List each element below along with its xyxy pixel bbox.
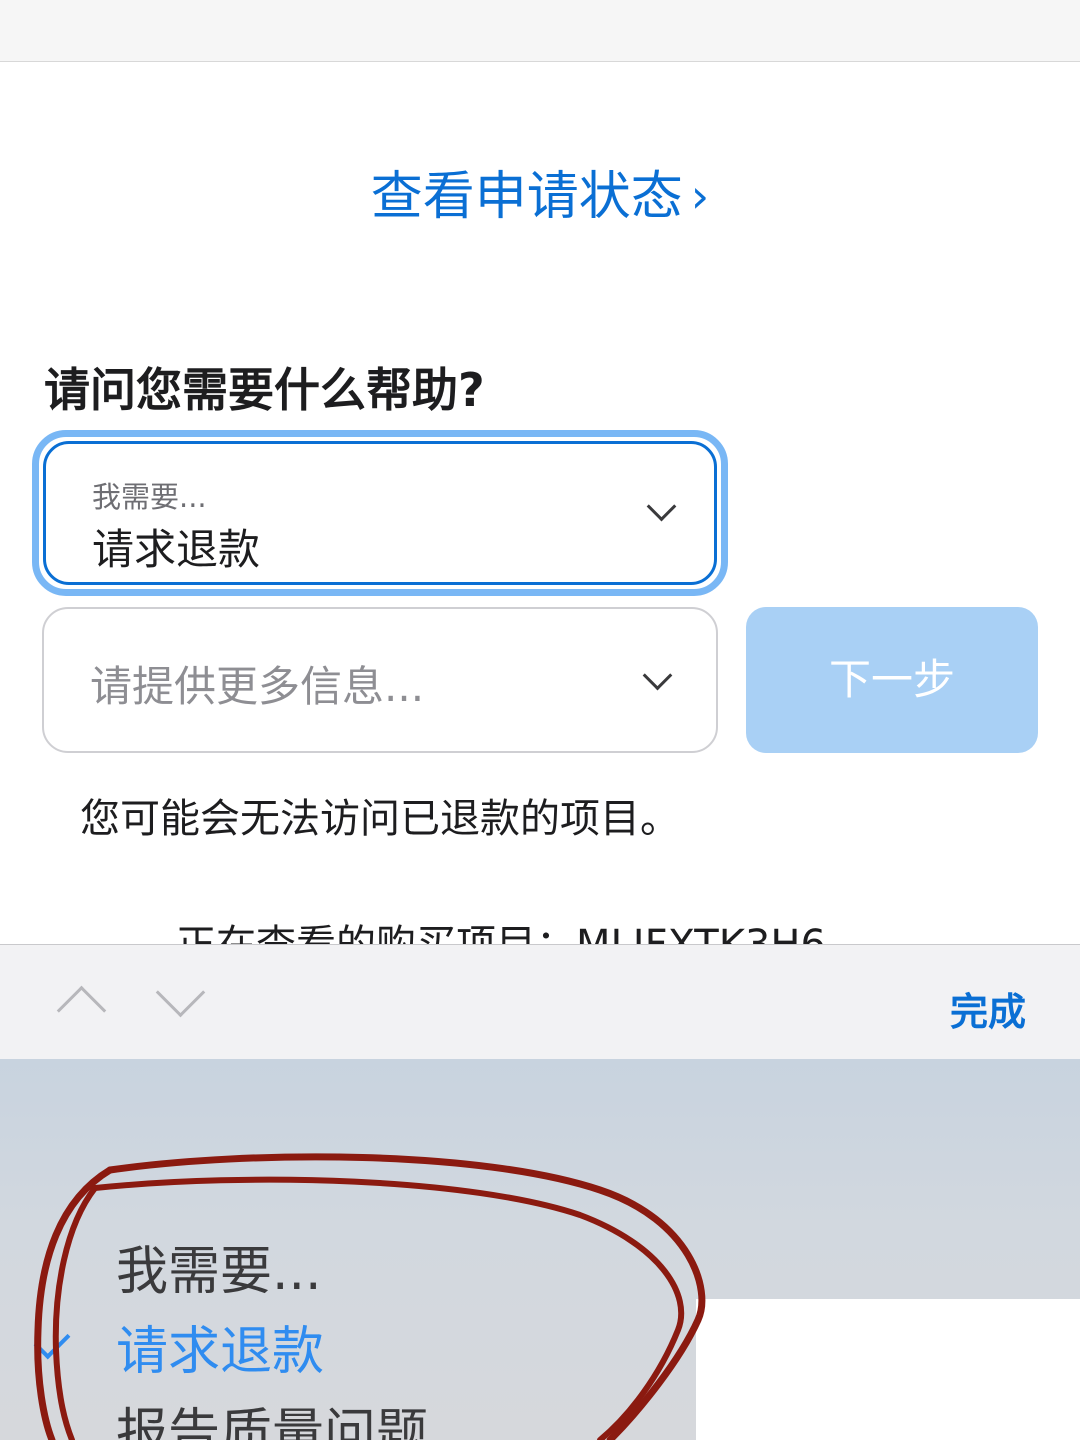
detail-select[interactable]: 请提供更多信息... xyxy=(42,607,718,753)
blank-overlay xyxy=(696,1299,1080,1440)
picker-option[interactable]: 报告质量问题 xyxy=(116,1391,428,1440)
need-select[interactable]: 我需要... 请求退款 xyxy=(32,430,728,596)
view-request-status-link[interactable]: 查看申请状态 › xyxy=(0,160,1080,233)
chevron-down-icon[interactable] xyxy=(155,967,206,1018)
chevron-up-icon[interactable] xyxy=(56,985,107,1036)
browser-top-bar xyxy=(0,0,1080,62)
view-request-status-label[interactable]: 查看申请状态 xyxy=(371,167,683,227)
picker-option[interactable]: 我需要... xyxy=(116,1229,322,1304)
refund-warning-text: 您可能会无法访问已退款的项目。 xyxy=(80,796,680,842)
need-select-caption: 我需要... xyxy=(92,480,207,514)
need-select-value: 请求退款 xyxy=(92,525,261,574)
chevron-down-icon xyxy=(642,660,673,691)
help-question-heading: 请问您需要什么帮助? xyxy=(44,363,485,417)
checkmark-icon xyxy=(33,1322,71,1360)
need-select-box[interactable]: 我需要... 请求退款 xyxy=(43,441,717,585)
done-button[interactable]: 完成 xyxy=(950,981,1026,1036)
chevron-down-icon xyxy=(646,491,677,522)
chevron-right-icon: › xyxy=(690,169,710,223)
detail-select-placeholder: 请提供更多信息... xyxy=(90,662,425,711)
keyboard-accessory-toolbar: 完成 xyxy=(0,944,1080,1060)
picker-option-selected[interactable]: 请求退款 xyxy=(116,1309,324,1384)
refund-page: 查看申请状态 › 请问您需要什么帮助? 我需要... 请求退款 请提供更多信息..… xyxy=(0,0,1080,1440)
next-step-button[interactable]: 下一步 xyxy=(746,607,1038,753)
